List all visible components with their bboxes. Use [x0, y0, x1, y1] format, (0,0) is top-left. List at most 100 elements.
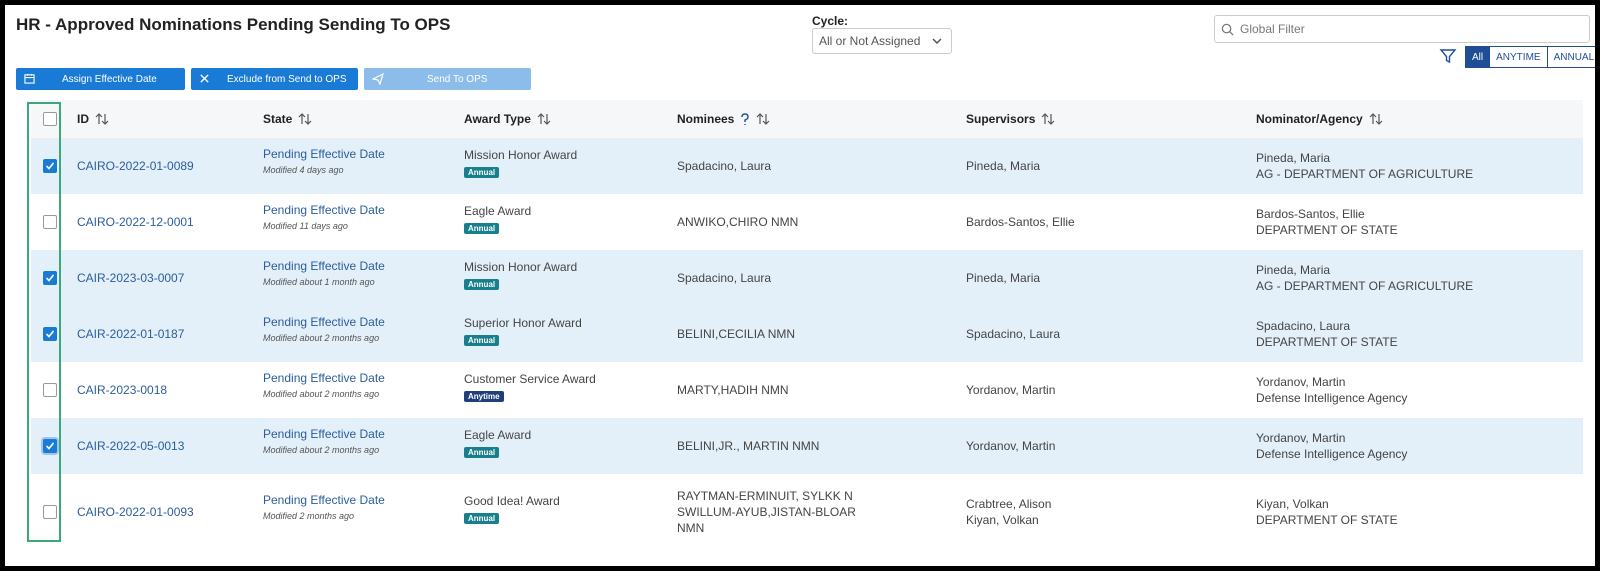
funnel-filter-icon[interactable]: [1439, 47, 1457, 65]
nominator-name: Yordanov, Martin: [1256, 431, 1346, 445]
global-filter-input[interactable]: Global Filter: [1214, 15, 1590, 43]
nominees-cell: BELINI,CECILIA NMN: [677, 326, 795, 342]
supervisors-cell: Yordanov, Martin: [966, 382, 1055, 398]
agency-name: AG - DEPARTMENT OF AGRICULTURE: [1256, 279, 1474, 293]
nomination-id-link[interactable]: CAIR-2022-05-0013: [77, 439, 184, 453]
row-select-checkbox[interactable]: [43, 271, 57, 285]
column-header-supervisors-label: Supervisors: [966, 112, 1036, 126]
award-type-cell: Customer Service Award Anytime: [464, 371, 596, 402]
nominee-name: Spadacino, Laura: [677, 159, 772, 173]
state-link[interactable]: Pending Effective Date: [263, 203, 385, 217]
supervisor-name: Bardos-Santos, Ellie: [966, 215, 1075, 229]
nomination-id-link[interactable]: CAIRO-2022-12-0001: [77, 215, 194, 229]
sort-icon: [1041, 113, 1055, 125]
paper-plane-icon: [372, 73, 384, 85]
row-select-checkbox[interactable]: [43, 383, 57, 397]
award-cycle-badge: Annual: [464, 167, 500, 178]
table-row[interactable]: CAIRO-2022-01-0093 Pending Effective Dat…: [31, 474, 1583, 550]
help-question-icon[interactable]: [740, 112, 750, 126]
checkmark-icon: [45, 330, 55, 338]
table-header: ID State Award Type Nominees Supervisors: [31, 100, 1583, 138]
exclude-from-send-label: Exclude from Send to OPS: [227, 73, 347, 85]
state-link[interactable]: Pending Effective Date: [263, 315, 385, 329]
table-row[interactable]: CAIR-2023-03-0007 Pending Effective Date…: [31, 250, 1583, 306]
table-row[interactable]: CAIR-2022-01-0187 Pending Effective Date…: [31, 306, 1583, 362]
checkmark-icon: [45, 442, 55, 450]
award-type-cell: Eagle Award Annual: [464, 203, 531, 234]
nominee-name: ANWIKO,CHIRO NMN: [677, 215, 799, 229]
state-link[interactable]: Pending Effective Date: [263, 493, 385, 507]
nomination-id-link[interactable]: CAIRO-2022-01-0089: [77, 159, 194, 173]
state-cell: Pending Effective Date Modified about 2 …: [263, 315, 385, 343]
row-select-checkbox[interactable]: [43, 327, 57, 341]
nominator-name: Pineda, Maria: [1256, 263, 1331, 277]
nomination-id-link[interactable]: CAIR-2023-0018: [77, 383, 167, 397]
table-row[interactable]: CAIR-2022-05-0013 Pending Effective Date…: [31, 418, 1583, 474]
table-row[interactable]: CAIRO-2022-12-0001 Pending Effective Dat…: [31, 194, 1583, 250]
nomination-id-link[interactable]: CAIRO-2022-01-0093: [77, 505, 194, 519]
sort-icon: [537, 113, 551, 125]
column-header-nominees[interactable]: Nominees: [677, 112, 770, 126]
select-all-checkbox[interactable]: [43, 112, 57, 126]
table-row[interactable]: CAIRO-2022-01-0089 Pending Effective Dat…: [31, 138, 1583, 194]
nominator-agency-cell: Pineda, Maria AG - DEPARTMENT OF AGRICUL…: [1256, 150, 1473, 182]
exclude-from-send-button[interactable]: Exclude from Send to OPS: [191, 68, 358, 90]
filter-tab-all[interactable]: All: [1465, 46, 1491, 68]
nominee-name: MARTY,HADIH NMN: [677, 383, 789, 397]
send-to-ops-button[interactable]: Send To OPS: [364, 68, 531, 90]
supervisors-cell: Yordanov, Martin: [966, 438, 1055, 454]
filter-tab-annual[interactable]: ANNUAL: [1547, 46, 1595, 68]
row-select-checkbox[interactable]: [43, 439, 57, 453]
assign-effective-date-button[interactable]: Assign Effective Date: [16, 68, 185, 90]
award-cycle-badge: Anytime: [464, 391, 504, 402]
supervisor-name: Spadacino, Laura: [966, 327, 1061, 341]
nominator-name: Bardos-Santos, Ellie: [1256, 207, 1365, 221]
nominator-name: Yordanov, Martin: [1256, 375, 1346, 389]
table-body: CAIRO-2022-01-0089 Pending Effective Dat…: [31, 138, 1583, 550]
column-header-id[interactable]: ID: [77, 112, 109, 126]
state-link[interactable]: Pending Effective Date: [263, 371, 385, 385]
nominee-name: NMN: [677, 521, 705, 535]
nomination-id-link[interactable]: CAIR-2023-03-0007: [77, 271, 184, 285]
state-link[interactable]: Pending Effective Date: [263, 259, 385, 273]
supervisors-cell: Bardos-Santos, Ellie: [966, 214, 1075, 230]
modified-text: Modified 2 months ago: [263, 511, 355, 521]
award-type-cell: Eagle Award Annual: [464, 427, 531, 458]
toolbar: Assign Effective Date Exclude from Send …: [16, 68, 531, 90]
column-header-award-type[interactable]: Award Type: [464, 112, 551, 126]
nominee-name: RAYTMAN-ERMINUIT, SYLKK N: [677, 489, 853, 503]
table-row[interactable]: CAIR-2023-0018 Pending Effective Date Mo…: [31, 362, 1583, 418]
award-cycle-badge: Annual: [464, 335, 500, 346]
column-header-state[interactable]: State: [263, 112, 312, 126]
nominator-agency-cell: Yordanov, Martin Defense Intelligence Ag…: [1256, 430, 1407, 462]
award-cycle-badge: Annual: [464, 447, 500, 458]
column-header-supervisors[interactable]: Supervisors: [966, 112, 1055, 126]
state-link[interactable]: Pending Effective Date: [263, 147, 385, 161]
row-select-cell: [43, 327, 57, 341]
assign-effective-date-label: Assign Effective Date: [62, 73, 157, 85]
cycle-select[interactable]: All or Not Assigned: [812, 28, 952, 54]
filter-tab-anytime[interactable]: ANYTIME: [1490, 46, 1548, 68]
sort-icon: [298, 113, 312, 125]
supervisor-name: Kiyan, Volkan: [966, 513, 1039, 527]
nominator-agency-cell: Pineda, Maria AG - DEPARTMENT OF AGRICUL…: [1256, 262, 1473, 294]
award-type-text: Superior Honor Award: [464, 316, 582, 330]
row-select-checkbox[interactable]: [43, 505, 57, 519]
row-select-checkbox[interactable]: [43, 215, 57, 229]
agency-name: Defense Intelligence Agency: [1256, 391, 1408, 405]
row-select-checkbox[interactable]: [43, 159, 57, 173]
award-type-cell: Superior Honor Award Annual: [464, 315, 582, 346]
chevron-down-icon: [932, 38, 942, 45]
nominator-name: Kiyan, Volkan: [1256, 497, 1329, 511]
state-cell: Pending Effective Date Modified 2 months…: [263, 493, 385, 521]
nominee-name: SWILLUM-AYUB,JISTAN-BLOAR: [677, 505, 856, 519]
nominator-name: Spadacino, Laura: [1256, 319, 1351, 333]
state-link[interactable]: Pending Effective Date: [263, 427, 385, 441]
column-header-nominator-agency[interactable]: Nominator/Agency: [1256, 112, 1383, 126]
close-icon: [200, 74, 209, 83]
nominator-name: Pineda, Maria: [1256, 151, 1331, 165]
award-type-cell: Mission Honor Award Annual: [464, 259, 577, 290]
agency-name: DEPARTMENT OF STATE: [1256, 513, 1398, 527]
nominator-agency-cell: Bardos-Santos, Ellie DEPARTMENT OF STATE: [1256, 206, 1398, 238]
nomination-id-link[interactable]: CAIR-2022-01-0187: [77, 327, 184, 341]
